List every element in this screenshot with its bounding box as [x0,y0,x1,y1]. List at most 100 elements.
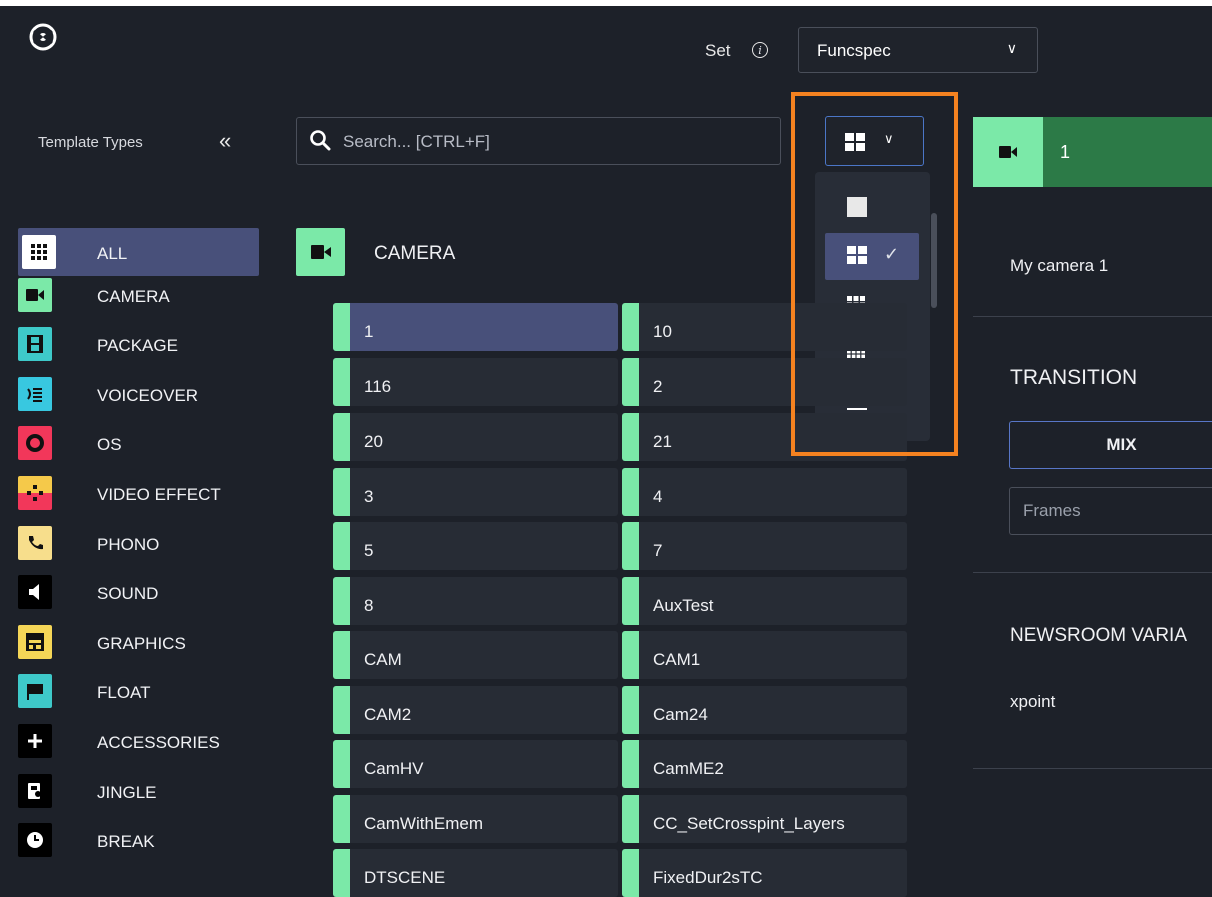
template-name: CAM1 [653,650,701,669]
category-label: ACCESSORIES [97,732,220,752]
film-icon [18,327,52,362]
voiceover-icon [18,376,52,411]
template-display-name: My camera 1 [1010,256,1109,275]
category-item-accessories[interactable]: ACCESSORIES [18,723,268,774]
category-item-float[interactable]: FLOAT [18,674,268,724]
template-name: 3 [364,487,374,506]
template-name: FixedDur2sTC [653,868,763,887]
category-label: BREAK [97,832,155,852]
frames-placeholder: Frames [1023,501,1081,520]
template-name: CC_SetCrosspint_Layers [653,814,845,833]
jingle-icon [18,773,52,808]
template-card[interactable]: 20 [333,413,618,461]
template-card[interactable]: CamWithEmem [333,795,618,843]
template-name: Cam24 [653,705,708,724]
speaker-icon [18,575,52,610]
search-placeholder: Search... [CTRL+F] [343,132,490,151]
category-label: FLOAT [97,683,151,703]
category-item-break[interactable]: BREAK [18,823,268,873]
category-label: PHONO [97,534,160,554]
chevron-down-icon: ∨ [1006,40,1017,56]
highlight-frame [791,92,958,456]
frames-input[interactable]: Frames [1009,487,1212,535]
template-card[interactable]: CAM1 [622,631,907,679]
template-name: AuxTest [653,596,714,615]
category-item-jingle[interactable]: JINGLE [18,773,268,824]
search-icon [310,130,331,151]
category-item-sound[interactable]: SOUND [18,575,268,625]
category-label: SOUND [97,584,159,604]
template-name: 5 [364,541,374,560]
category-label: PACKAGE [97,336,178,356]
category-item-camera[interactable]: CAMERA [18,277,268,328]
category-label: GRAPHICS [97,633,186,653]
template-card[interactable]: 3 [333,468,618,516]
info-icon[interactable]: i [752,42,768,58]
template-card[interactable]: Cam24 [622,686,907,734]
divider [973,316,1212,317]
template-name: 21 [653,432,672,451]
grid-icon [22,235,56,269]
category-item-video-effect[interactable]: VIDEO EFFECT [18,475,268,526]
set-select[interactable]: Funcspec ∨ [798,27,1038,73]
category-label: VOICEOVER [97,385,199,405]
effect-icon [18,475,52,510]
mix-button-label: MIX [1106,435,1137,454]
category-item-all[interactable]: ALL [18,228,268,278]
phone-icon [18,525,52,560]
template-name: CamHV [364,759,424,778]
section-title: CAMERA [374,243,456,264]
detail-header: 1 [973,117,1212,187]
mix-button[interactable]: MIX [1009,421,1212,469]
set-label: Set [705,41,731,60]
template-card[interactable]: CAM2 [333,686,618,734]
template-card[interactable]: 116 [333,358,618,406]
template-name: 20 [364,432,383,451]
template-name: CAM2 [364,705,412,724]
app-logo-icon [29,23,57,51]
camera-icon [973,117,1043,187]
template-card[interactable]: 7 [622,522,907,570]
category-item-os[interactable]: OS [18,426,268,476]
collapse-sidebar-icon[interactable]: « [219,128,231,154]
newsroom-heading: NEWSROOM VARIA [1010,625,1187,646]
divider [973,572,1212,573]
template-card[interactable]: 8 [333,577,618,625]
category-item-package[interactable]: PACKAGE [18,327,268,377]
newsroom-value: xpoint [1010,692,1056,711]
template-card[interactable]: AuxTest [622,577,907,625]
template-name: 4 [653,487,663,506]
divider [973,768,1212,769]
template-name: CamME2 [653,759,724,778]
template-card[interactable]: CamHV [333,740,618,788]
template-card[interactable]: CamME2 [622,740,907,788]
category-list: ALL CAMERA PACKAGE VOICEOVER OS VIDEO EF… [18,228,268,873]
camera-icon [18,277,52,312]
category-item-voiceover[interactable]: VOICEOVER [18,376,268,427]
template-name: 2 [653,377,663,396]
category-label: JINGLE [97,782,157,802]
camera-section-icon [296,228,345,276]
template-card[interactable]: 5 [333,522,618,570]
template-card[interactable]: 4 [622,468,907,516]
template-card[interactable]: FixedDur2sTC [622,849,907,897]
template-number: 1 [1060,142,1071,162]
search-field[interactable]: Search... [CTRL+F] [296,117,781,165]
template-card[interactable]: CAM [333,631,618,679]
category-label: VIDEO EFFECT [97,484,221,504]
category-item-phono[interactable]: PHONO [18,525,268,576]
template-name: 10 [653,322,672,341]
category-label: OS [97,435,122,455]
template-name: DTSCENE [364,868,446,887]
category-item-graphics[interactable]: GRAPHICS [18,624,268,675]
template-name: CamWithEmem [364,814,484,833]
template-card[interactable]: CC_SetCrosspint_Layers [622,795,907,843]
record-icon [18,426,52,461]
graphics-icon [18,624,52,659]
set-select-value: Funcspec [817,41,891,60]
template-card[interactable]: 1 [333,303,618,351]
template-card[interactable]: DTSCENE [333,849,618,897]
plus-icon [18,723,52,758]
category-label: ALL [97,244,128,263]
transition-heading: TRANSITION [1010,366,1138,389]
